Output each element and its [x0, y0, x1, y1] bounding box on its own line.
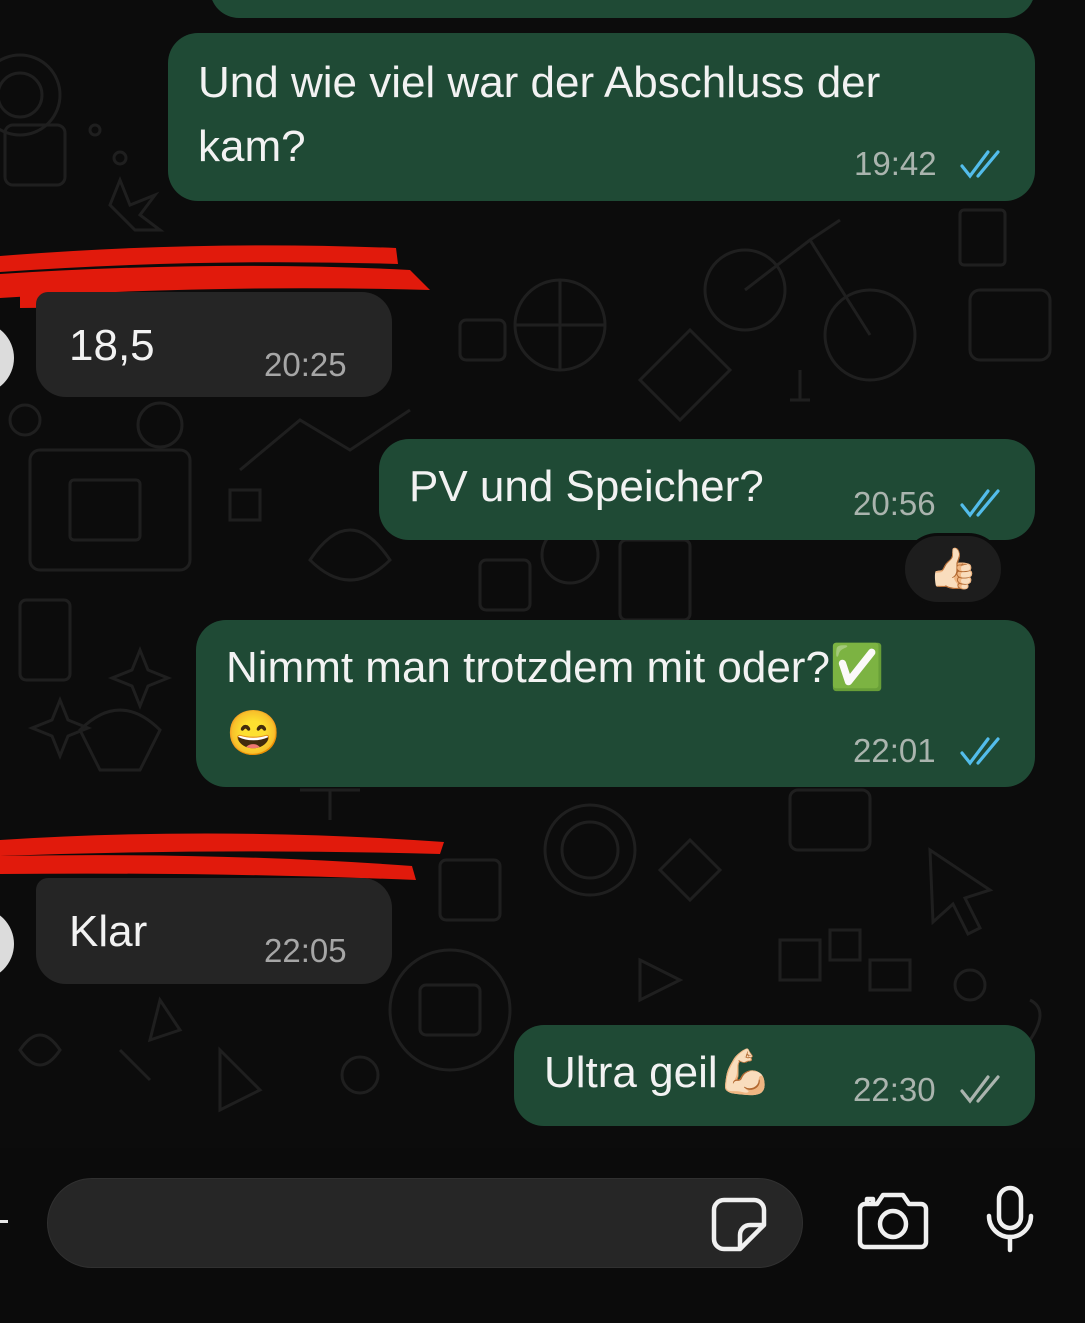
- camera-icon[interactable]: [857, 1190, 929, 1250]
- read-receipt-icon: [960, 489, 1000, 518]
- microphone-icon[interactable]: [984, 1184, 1036, 1256]
- message-time: 20:56: [853, 485, 936, 522]
- redacted-sender-name: [0, 833, 444, 880]
- message-bubble-partial[interactable]: [210, 0, 1035, 18]
- message-bubble-outgoing[interactable]: Nimmt man trotzdem mit oder?✅ 😄 22:01: [196, 620, 1035, 787]
- chat-area[interactable]: Und wie viel war der Abschluss der kam? …: [0, 0, 1085, 1148]
- message-text: Ultra geil💪🏻: [544, 1048, 773, 1097]
- message-text: Nimmt man trotzdem mit oder?✅: [226, 643, 885, 692]
- message-bubble-outgoing[interactable]: Und wie viel war der Abschluss der kam? …: [168, 33, 1035, 201]
- message-input[interactable]: [47, 1178, 803, 1268]
- composer-bar: [0, 1148, 1085, 1323]
- message-text: 18,5: [69, 321, 155, 370]
- message-text: kam?: [198, 122, 306, 171]
- message-text: PV und Speicher?: [409, 462, 764, 511]
- plus-icon[interactable]: [0, 1220, 8, 1223]
- reaction-badge[interactable]: 👍🏻: [902, 533, 1004, 605]
- read-receipt-icon: [960, 737, 1000, 766]
- message-text: Klar: [69, 907, 148, 956]
- message-bubble-incoming[interactable]: 18,5 20:25: [36, 292, 392, 397]
- message-text: 😄: [226, 709, 281, 758]
- sticker-icon[interactable]: [710, 1195, 768, 1253]
- message-time: 22:05: [264, 932, 347, 969]
- message-bubble-outgoing[interactable]: Ultra geil💪🏻 22:30: [514, 1025, 1035, 1126]
- message-bubble-incoming[interactable]: Klar 22:05: [36, 878, 392, 984]
- message-time: 19:42: [854, 145, 937, 182]
- message-time: 22:30: [853, 1071, 936, 1108]
- message-time: 22:01: [853, 732, 936, 769]
- delivered-receipt-icon: [960, 1075, 1000, 1104]
- thumbs-up-icon: 👍🏻: [928, 547, 978, 591]
- read-receipt-icon: [960, 150, 1000, 179]
- message-bubble-outgoing[interactable]: PV und Speicher? 20:56: [379, 439, 1035, 540]
- message-text: Und wie viel war der Abschluss der: [198, 58, 881, 107]
- message-time: 20:25: [264, 346, 347, 383]
